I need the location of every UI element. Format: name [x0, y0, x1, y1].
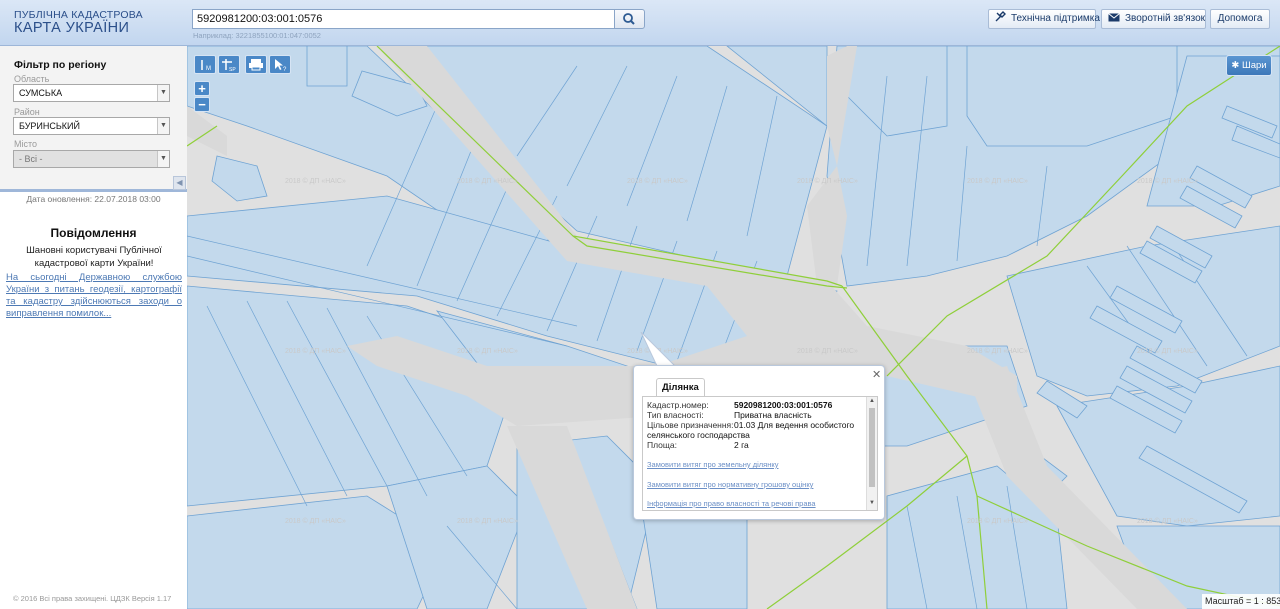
- map-background: [187, 46, 1280, 609]
- chevron-down-icon: ▼: [157, 118, 169, 134]
- search-hint: Наприклад: 3221855100:01:047:0052: [193, 31, 321, 40]
- parcel-info: Кадастр.номер: 5920981200:03:001:0576 Ти…: [647, 400, 865, 450]
- city-label: Місто: [14, 139, 38, 149]
- measure-label: М: [206, 66, 211, 72]
- info-value: 01.03 Для ведення особистого: [734, 420, 855, 430]
- search-button[interactable]: [614, 9, 645, 29]
- info-key: Тип власності:: [647, 410, 704, 420]
- info-value: селянського господарства: [647, 430, 750, 440]
- rayon-label: Район: [14, 107, 40, 117]
- update-date: Дата оновлення: 22.07.2018 03:00: [26, 194, 161, 204]
- notice-link[interactable]: На сьогодні Державною службою України з …: [6, 272, 182, 320]
- help-label: Допомога: [1217, 13, 1263, 24]
- info-row: Тип власності: Приватна власність: [647, 410, 865, 420]
- sidebar: Фільтр по регіону Область СУМСЬКА ▼ Райо…: [0, 46, 187, 609]
- rayon-value: БУРИНСЬКИЙ: [19, 121, 80, 131]
- chevron-down-icon[interactable]: ▼: [869, 500, 875, 506]
- chevron-down-icon: ▼: [157, 85, 169, 101]
- popup-content: Кадастр.номер: 5920981200:03:001:0576 Ти…: [642, 396, 878, 511]
- measure-distance-button[interactable]: М: [194, 55, 216, 74]
- tab-parcel[interactable]: Ділянка: [656, 378, 705, 397]
- info-row: селянського господарства: [647, 430, 865, 440]
- search-icon: [623, 13, 635, 25]
- filter-title: Фільтр по регіону: [14, 59, 107, 71]
- watermark: 2018 © ДП «НАІС»: [457, 178, 518, 185]
- watermark: 2018 © ДП «НАІС»: [967, 178, 1028, 185]
- info-value: 2 га: [734, 440, 749, 450]
- chevron-up-icon[interactable]: ▲: [869, 398, 875, 404]
- region-filter-panel: Фільтр по регіону Область СУМСЬКА ▼ Райо…: [0, 46, 187, 192]
- close-icon[interactable]: ✕: [872, 368, 881, 381]
- tech-support-button[interactable]: Технічна підтримка: [988, 9, 1100, 29]
- notice-title: Повідомлення: [50, 226, 137, 240]
- gear-icon: ✱: [1231, 60, 1240, 71]
- info-row: Кадастр.номер: 5920981200:03:001:0576: [647, 400, 865, 410]
- feedback-label: Зворотній зв'язок: [1125, 13, 1206, 24]
- watermark: 2018 © ДП «НАІС»: [1137, 178, 1198, 185]
- tech-support-label: Технічна підтримка: [1011, 13, 1100, 24]
- watermark: 2018 © ДП «НАІС»: [457, 348, 518, 355]
- identify-button[interactable]: ?: [269, 55, 291, 74]
- scale-indicator: Масштаб = 1 : 8531: [1202, 594, 1280, 609]
- scrollbar-thumb[interactable]: [869, 408, 875, 487]
- layers-label: Шари: [1242, 60, 1267, 71]
- area-icon: SP: [222, 59, 236, 73]
- copyright: © 2016 Всі права захищені. ЦДЗК Версія 1…: [13, 594, 172, 603]
- watermark: 2018 © ДП «НАІС»: [285, 348, 346, 355]
- info-key: Площа:: [647, 440, 677, 450]
- info-row: Цільове призначення: 01.03 Для ведення о…: [647, 420, 865, 430]
- ruler-icon: М: [201, 60, 211, 72]
- city-value: - Всі -: [19, 154, 43, 164]
- svg-text:?: ?: [283, 67, 287, 73]
- envelope-icon: [1108, 11, 1120, 29]
- watermark: 2018 © ДП «НАІС»: [797, 178, 858, 185]
- popup-pointer: [640, 332, 677, 368]
- logo-line2: КАРТА УКРАЇНИ: [14, 20, 130, 36]
- extract-valuation-link[interactable]: Замовити витяг про нормативну грошову оц…: [647, 480, 813, 489]
- watermark: 2018 © ДП «НАІС»: [627, 178, 688, 185]
- print-button[interactable]: [245, 55, 267, 74]
- info-key: Цільове призначення:: [647, 420, 734, 430]
- measure-area-button[interactable]: SP: [218, 55, 240, 74]
- feedback-button[interactable]: Зворотній зв'язок: [1101, 9, 1206, 29]
- search-input[interactable]: [192, 9, 615, 29]
- watermark: 2018 © ДП «НАІС»: [285, 518, 346, 525]
- collapse-sidebar-button[interactable]: ◀: [173, 176, 186, 190]
- info-key: Кадастр.номер:: [647, 400, 709, 410]
- zoom-in-button[interactable]: +: [194, 81, 210, 96]
- info-value: Приватна власність: [734, 410, 812, 420]
- watermark: 2018 © ДП «НАІС»: [1137, 348, 1198, 355]
- header: ПУБЛІЧНА КАДАСТРОВА КАРТА УКРАЇНИ Наприк…: [0, 0, 1280, 46]
- tools-icon: [995, 11, 1006, 29]
- zoom-out-button[interactable]: −: [194, 97, 210, 112]
- oblast-label: Область: [14, 74, 50, 84]
- oblast-value: СУМСЬКА: [19, 88, 63, 98]
- popup-scrollbar[interactable]: ▲ ▼: [866, 397, 877, 510]
- help-button[interactable]: Допомога: [1210, 9, 1270, 29]
- parcel-popup: ✕ Ділянка Кадастр.номер: 5920981200:03:0…: [633, 365, 885, 520]
- watermark: 2018 © ДП «НАІС»: [967, 348, 1028, 355]
- area-label: SP: [229, 67, 236, 73]
- oblast-select[interactable]: СУМСЬКА ▼: [13, 84, 170, 102]
- info-value: 5920981200:03:001:0576: [734, 400, 833, 410]
- printer-icon: [249, 59, 263, 71]
- pointer-help-icon: ?: [275, 59, 287, 73]
- logo[interactable]: ПУБЛІЧНА КАДАСТРОВА КАРТА УКРАЇНИ: [14, 9, 143, 35]
- app-window: ПУБЛІЧНА КАДАСТРОВА КАРТА УКРАЇНИ Наприк…: [0, 0, 1280, 609]
- watermark: 2018 © ДП «НАІС»: [797, 348, 858, 355]
- watermark: 2018 © ДП «НАІС»: [457, 518, 518, 525]
- extract-parcel-link[interactable]: Замовити витяг про земельну ділянку: [647, 460, 779, 469]
- rayon-select[interactable]: БУРИНСЬКИЙ ▼: [13, 117, 170, 135]
- map-canvas[interactable]: 2018 © ДП «НАІС» 2018 © ДП «НАІС» 2018 ©…: [187, 46, 1280, 609]
- chevron-left-icon: ◀: [176, 178, 183, 187]
- notice-text: Шановні користувачі Публічної кадастрово…: [26, 245, 162, 269]
- watermark: 2018 © ДП «НАІС»: [1137, 518, 1198, 525]
- layers-button[interactable]: ✱ Шари: [1226, 55, 1272, 76]
- city-select[interactable]: - Всі - ▼: [13, 150, 170, 168]
- info-row: Площа: 2 га: [647, 440, 865, 450]
- watermark: 2018 © ДП «НАІС»: [967, 518, 1028, 525]
- ownership-info-link[interactable]: Інформація про право власності та речові…: [647, 499, 816, 508]
- chevron-down-icon: ▼: [157, 151, 169, 167]
- watermark: 2018 © ДП «НАІС»: [285, 178, 346, 185]
